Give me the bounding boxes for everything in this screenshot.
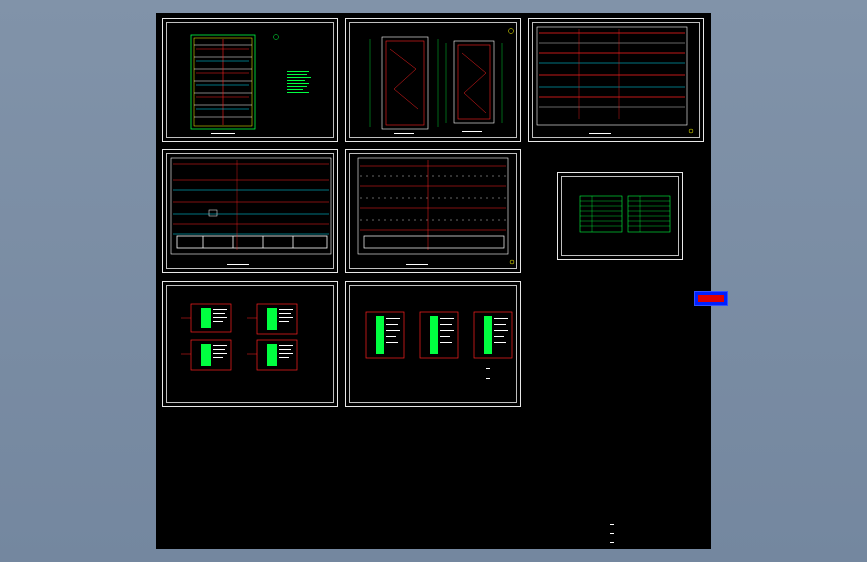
sheet-panel-schedule-3[interactable] xyxy=(345,281,521,407)
stray-mark xyxy=(610,533,614,534)
color-legend-icon[interactable] xyxy=(694,291,728,306)
sheet-floor-plan-wide-top[interactable] xyxy=(528,18,704,142)
drawing-canvas[interactable] xyxy=(156,13,728,549)
sheet-floor-plan-wide-2[interactable] xyxy=(162,149,338,273)
stray-mark xyxy=(610,542,614,543)
panel-schedule-drawing xyxy=(181,303,298,371)
wide-plan-drawing-3 xyxy=(357,157,515,265)
sheet-floor-plan-1[interactable] xyxy=(162,18,338,142)
legend-fill xyxy=(698,295,724,302)
wide-plan-drawing-2 xyxy=(170,157,332,265)
sheet-equipment-table[interactable] xyxy=(557,172,683,260)
sheet-elevation-pair[interactable] xyxy=(345,18,521,142)
sheet-panel-schedule-4[interactable] xyxy=(162,281,338,407)
floor-plan-drawing xyxy=(190,34,311,134)
wide-plan-drawing xyxy=(536,26,694,134)
equipment-table-drawing xyxy=(579,195,671,233)
elevation-drawing xyxy=(369,28,514,134)
panel-schedule-drawing-3 xyxy=(365,311,513,379)
sheet-floor-plan-wide-3[interactable] xyxy=(345,149,521,273)
stray-mark xyxy=(610,524,614,525)
